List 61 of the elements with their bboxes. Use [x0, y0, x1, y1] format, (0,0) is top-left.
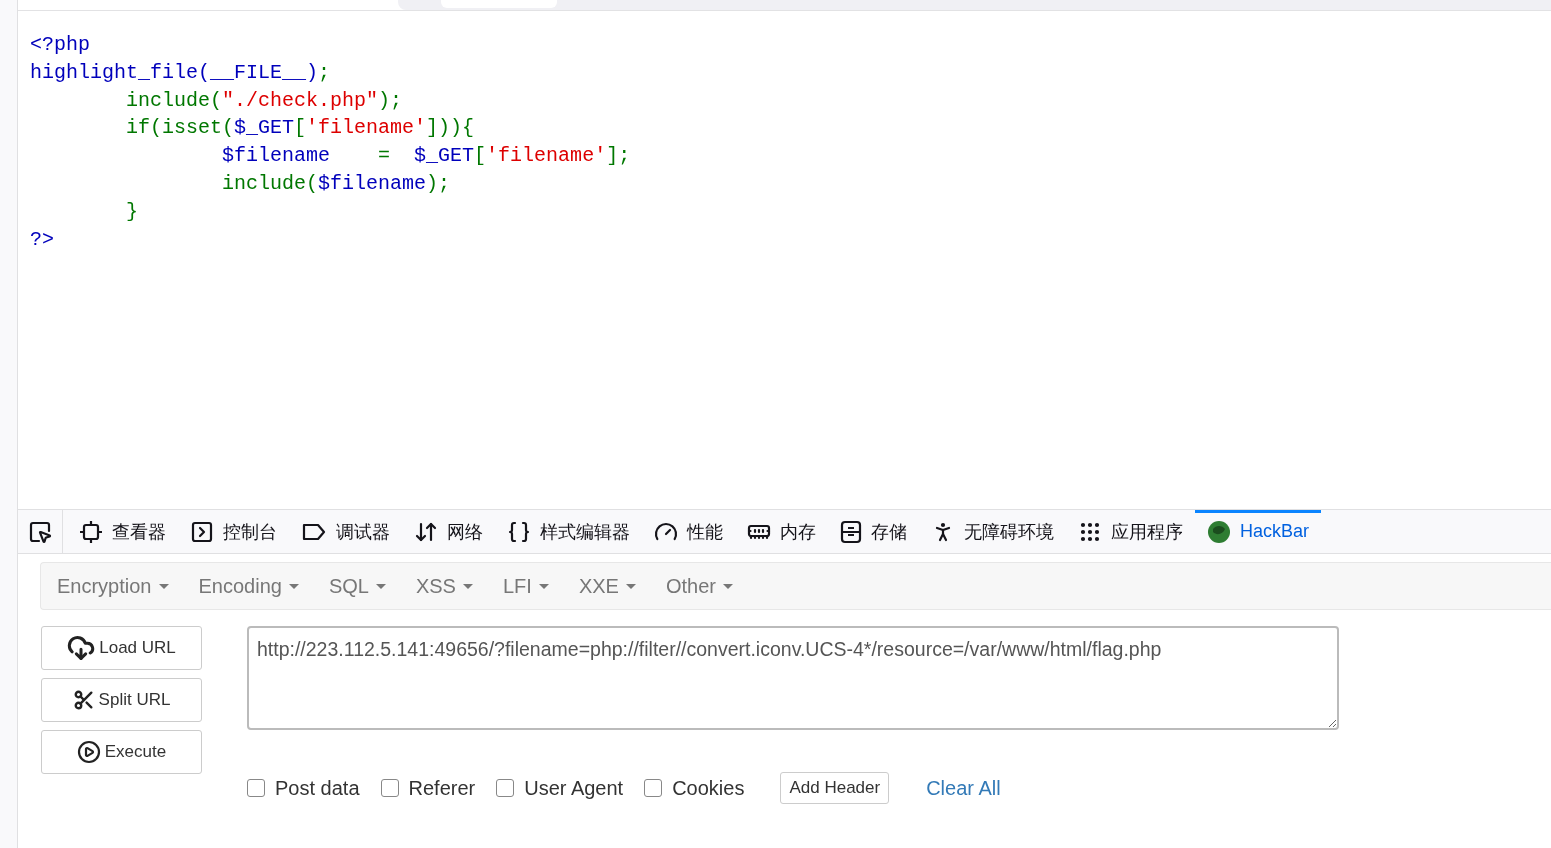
dropdown-menu[interactable]: XSS — [407, 574, 481, 598]
checkbox[interactable] — [644, 779, 663, 797]
caret-icon — [722, 583, 733, 589]
element-picker-icon[interactable] — [28, 519, 52, 544]
checkbox[interactable] — [247, 779, 265, 797]
option-checkbox[interactable]: User Agent — [496, 776, 624, 800]
hackbar-logo-icon — [1207, 519, 1231, 544]
caret-icon — [158, 583, 169, 589]
code-line: <?php — [30, 32, 91, 58]
braces-icon — [507, 519, 531, 544]
code-line: include($filename); — [221, 171, 452, 197]
checkbox-label: User Agent — [524, 776, 624, 800]
inspector-icon — [79, 519, 103, 544]
url-field[interactable]: http://223.112.5.141:49656/?filename=php://filter//convert.iconv.UCS-4*/resource=/var/www/html/flag.php — [247, 626, 1339, 730]
dropdown-menu[interactable]: XXE — [570, 574, 644, 598]
caret-icon — [538, 583, 549, 589]
code-line: $filename = $_GET['filename']; — [221, 143, 632, 170]
code-line: ?> — [30, 226, 55, 253]
checkbox-label: Cookies — [672, 776, 745, 800]
devtools-tab[interactable]: 无障碍环境 — [919, 510, 1066, 553]
option-checkbox[interactable]: Cookies — [644, 776, 745, 800]
clear-all-link[interactable]: Clear All — [926, 776, 1001, 800]
play-icon — [76, 740, 101, 764]
devtools-tab[interactable]: 查看器 — [67, 510, 178, 553]
checkbox-label: Post data — [275, 776, 360, 800]
devtools-tab[interactable]: 控制台 — [178, 510, 289, 553]
caret-icon — [375, 583, 386, 589]
add-header-button[interactable]: Add Header — [780, 772, 890, 804]
option-checkbox[interactable]: Referer — [380, 776, 476, 800]
dropdown-menu[interactable]: Encryption — [49, 574, 177, 598]
code-line: highlight_file(__FILE__); — [30, 59, 332, 86]
devtools-tab[interactable]: 应用程序 — [1066, 510, 1195, 553]
checkbox[interactable] — [380, 779, 399, 797]
devtools-tab[interactable]: 内存 — [735, 510, 828, 553]
scissors-icon — [72, 689, 95, 711]
caret-icon — [462, 583, 473, 589]
devtools-tab[interactable]: HackBar — [1195, 510, 1322, 553]
devtools-tab[interactable]: 网络 — [402, 510, 495, 553]
action-button[interactable]: Execute — [41, 730, 202, 774]
code-line: } — [125, 198, 140, 225]
action-button[interactable]: Load URL — [41, 626, 202, 670]
devtools-tab[interactable]: 性能 — [642, 510, 735, 553]
devtools-tab[interactable]: 调试器 — [289, 510, 402, 553]
checkbox-label: Referer — [408, 776, 476, 800]
dropdown-menu[interactable]: SQL — [320, 574, 394, 598]
caret-icon — [625, 583, 636, 589]
option-checkbox[interactable]: Post data — [247, 776, 360, 800]
cloud-download-icon — [67, 634, 96, 662]
code-line: include("./check.php"); — [125, 87, 404, 114]
tag-icon — [301, 521, 327, 542]
cabinet-icon — [840, 519, 862, 544]
console-icon — [190, 519, 214, 544]
code-line: if(isset($_GET['filename'])){ — [125, 115, 476, 142]
devtools-tab[interactable]: 样式编辑器 — [495, 510, 642, 553]
dropdown-menu[interactable]: Encoding — [190, 574, 307, 598]
dropdown-menu[interactable]: LFI — [494, 574, 557, 598]
devtools-tab[interactable]: 存储 — [828, 510, 919, 553]
dropdown-menu[interactable]: Other — [657, 574, 741, 598]
caret-icon — [288, 583, 299, 589]
action-button[interactable]: Split URL — [41, 678, 202, 722]
checkbox[interactable] — [496, 779, 515, 797]
